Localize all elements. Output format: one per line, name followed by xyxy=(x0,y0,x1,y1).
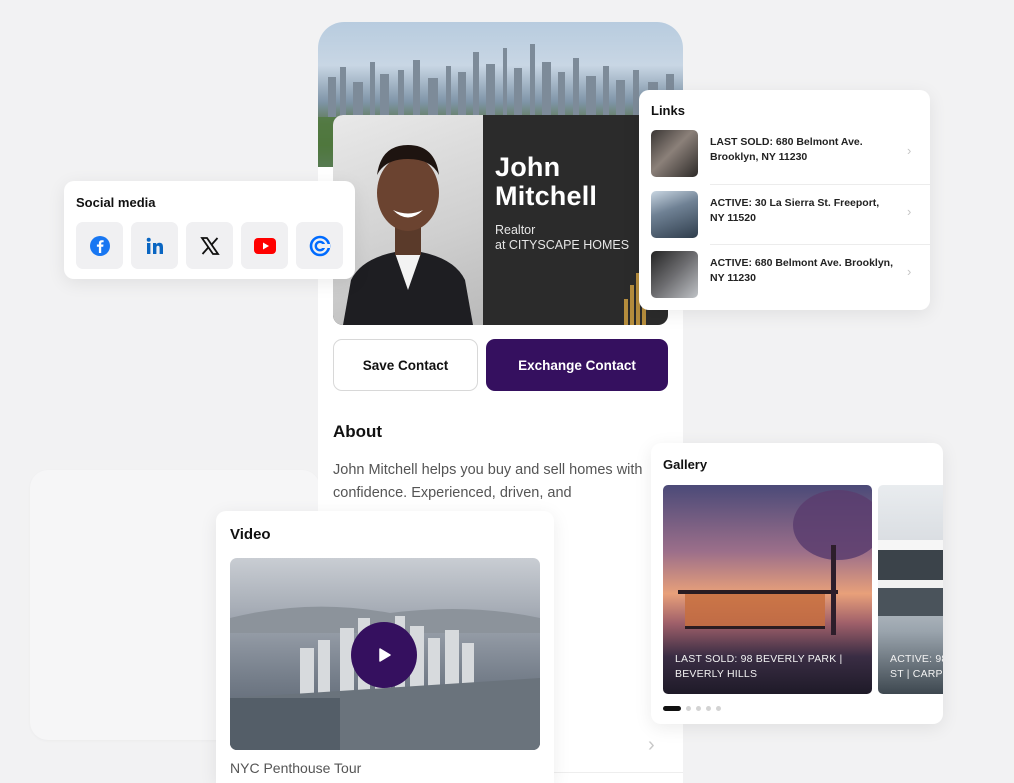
about-text: John Mitchell helps you buy and sell hom… xyxy=(333,462,643,501)
video-caption: NYC Penthouse Tour xyxy=(230,760,362,776)
chevron-right-icon: › xyxy=(907,204,912,219)
profile-company: at CITYSCAPE HOMES xyxy=(495,238,630,252)
profile-photo xyxy=(333,115,483,325)
video-card: Video NYC Penthouse Tour xyxy=(216,511,554,783)
carousel-dot-active[interactable] xyxy=(663,706,681,711)
gallery-caption: ACTIVE: 98 ST | CARP xyxy=(890,653,943,680)
linkedin-button[interactable] xyxy=(131,222,178,269)
link-item[interactable]: ACTIVE: 30 La Sierra St. Freeport, NY 11… xyxy=(639,184,930,244)
link-label: ACTIVE: 30 La Sierra St. Freeport, NY 11… xyxy=(710,197,880,224)
carousel-dot[interactable] xyxy=(696,706,701,711)
link-item[interactable]: ACTIVE: 680 Belmont Ave. Brooklyn, NY 11… xyxy=(639,244,930,304)
links-card: Links LAST SOLD: 680 Belmont Ave. Brookl… xyxy=(639,90,930,310)
linkedin-icon xyxy=(146,237,163,254)
gallery-image[interactable]: ACTIVE: 98 ST | CARP xyxy=(878,485,943,694)
profile-name: John Mitchell xyxy=(495,152,598,211)
carousel-dot[interactable] xyxy=(686,706,691,711)
chevron-right-icon: › xyxy=(907,264,912,279)
x-icon xyxy=(199,236,220,255)
gallery-card: Gallery LAST SOLD: 98 BEVERLY PARK | BEV… xyxy=(651,443,943,724)
youtube-icon xyxy=(253,237,276,254)
video-thumbnail[interactable] xyxy=(230,558,540,750)
chevron-right-icon: › xyxy=(907,143,912,158)
social-media-title: Social media xyxy=(76,195,156,210)
youtube-button[interactable] xyxy=(241,222,288,269)
about-title: About xyxy=(333,422,383,441)
profile-role: Realtor xyxy=(495,223,536,237)
play-button[interactable] xyxy=(351,622,417,688)
gallery-title: Gallery xyxy=(663,457,708,472)
link-label: ACTIVE: 680 Belmont Ave. Brooklyn, NY 11… xyxy=(710,257,894,284)
link-thumbnail xyxy=(651,191,698,238)
x-button[interactable] xyxy=(186,222,233,269)
carousel-dots[interactable] xyxy=(663,706,721,711)
social-media-card: Social media xyxy=(64,181,355,279)
carousel-dot[interactable] xyxy=(706,706,711,711)
gallery-image[interactable]: LAST SOLD: 98 BEVERLY PARK | BEVERLY HIL… xyxy=(663,485,872,694)
links-title: Links xyxy=(651,103,685,118)
facebook-button[interactable] xyxy=(76,222,123,269)
exchange-contact-button[interactable]: Exchange Contact xyxy=(486,339,668,391)
carousel-dot[interactable] xyxy=(716,706,721,711)
link-thumbnail xyxy=(651,130,698,177)
link-thumbnail xyxy=(651,251,698,298)
gallery-caption: LAST SOLD: 98 BEVERLY PARK | BEVERLY HIL… xyxy=(675,653,843,680)
chevron-right-icon[interactable]: › xyxy=(648,734,655,757)
link-label: LAST SOLD: 680 Belmont Ave. Brooklyn, NY… xyxy=(710,136,863,163)
save-contact-button[interactable]: Save Contact xyxy=(333,339,478,391)
video-title: Video xyxy=(230,526,271,543)
link-item[interactable]: LAST SOLD: 680 Belmont Ave. Brooklyn, NY… xyxy=(639,123,930,183)
profile-hero: John Mitchell Realtor at CITYSCAPE HOMES xyxy=(333,115,668,325)
play-icon xyxy=(379,648,391,662)
calendly-icon xyxy=(309,235,330,256)
facebook-icon xyxy=(89,235,110,256)
calendly-button[interactable] xyxy=(296,222,343,269)
